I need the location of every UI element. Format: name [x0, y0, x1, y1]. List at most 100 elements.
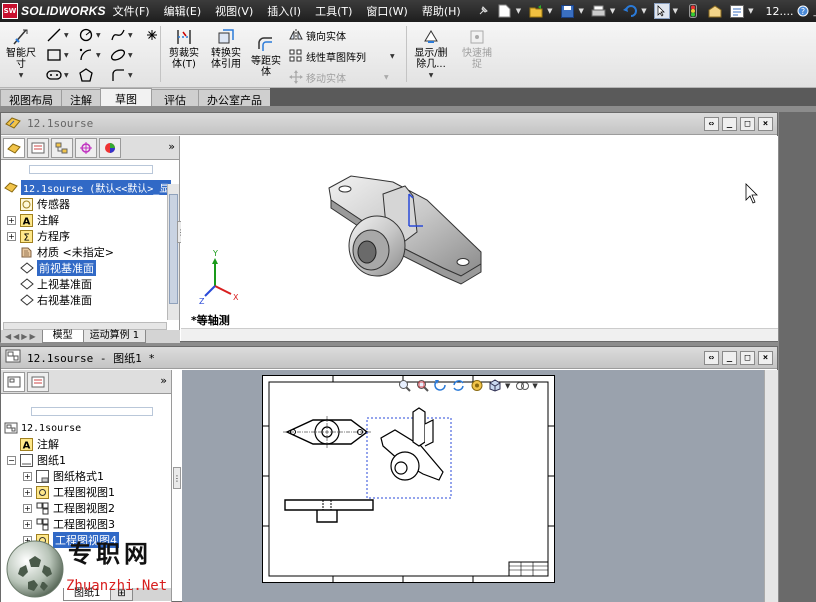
options-icon[interactable] [729, 3, 745, 19]
ellipse-tool[interactable]: ▼ [110, 47, 133, 63]
drawing-tree-tab-icon[interactable] [3, 371, 25, 392]
quick-snaps-button[interactable]: 快速捕 捉 [458, 26, 496, 70]
select-arrow-icon[interactable] [653, 3, 670, 19]
chevron-down-icon[interactable]: ▼ [96, 52, 101, 59]
tree-item-top-plane[interactable]: 上视基准面 [7, 276, 92, 292]
tree-item-drawing-view1[interactable]: + 工程图视图1 [23, 484, 115, 500]
convert-entities-button[interactable]: 转换实 体引用 [206, 26, 246, 70]
hide-show-items-icon[interactable] [469, 378, 484, 393]
tab-office-products[interactable]: 办公室产品 [198, 89, 271, 107]
tree-item-sheet1[interactable]: − 图纸1 [7, 452, 66, 468]
chevron-down-icon[interactable]: ▼ [547, 7, 552, 15]
menu-window[interactable]: 窗口(W) [359, 3, 414, 19]
chevron-down-icon[interactable]: ▼ [128, 72, 133, 79]
arc-tool[interactable]: ▼ [78, 47, 101, 63]
menu-tools[interactable]: 工具(T) [308, 3, 359, 19]
property-manager-tab-icon[interactable] [27, 371, 49, 392]
previous-view-icon[interactable] [433, 378, 448, 393]
chevron-down-icon[interactable]: ▼ [384, 74, 389, 81]
chevron-down-icon[interactable]: ▼ [128, 32, 133, 39]
tree-item-sensors[interactable]: 传感器 [7, 196, 70, 212]
expand-plus-icon[interactable]: + [7, 231, 16, 241]
chevron-down-icon[interactable]: ▼ [96, 32, 101, 39]
help-search-icon[interactable]: ? [797, 4, 809, 18]
feature-tree-scrollbar[interactable] [167, 184, 179, 320]
tab-annotation[interactable]: 注解 [61, 89, 101, 107]
trim-entities-button[interactable]: 剪裁实 体(T) [164, 26, 204, 70]
expand-plus-icon[interactable]: + [7, 215, 16, 225]
expand-plus-icon[interactable]: + [23, 487, 32, 497]
display-manager-tab-icon[interactable] [99, 137, 121, 158]
close-button[interactable]: × [758, 351, 773, 365]
part-graphics-area[interactable]: Y X Z *等轴测 [181, 136, 778, 328]
tree-item-annotations[interactable]: + A 注解 [7, 212, 59, 228]
tree-item-right-plane[interactable]: 右视基准面 [7, 292, 92, 308]
expand-plus-icon[interactable]: + [23, 471, 32, 481]
tab-view-layout[interactable]: 视图布局 [0, 89, 62, 107]
dimxpert-tab-icon[interactable] [75, 137, 97, 158]
menu-help[interactable]: 帮助(H) [415, 3, 468, 19]
tree-root-part[interactable]: 12.1sourse (默认<<默认>_显 [3, 179, 172, 195]
maximize-button[interactable]: □ [740, 351, 755, 365]
view-settings-icon[interactable] [514, 378, 529, 393]
display-style-icon[interactable] [487, 378, 502, 393]
chevron-down-icon[interactable]: ▼ [610, 7, 615, 15]
expand-plus-icon[interactable]: + [23, 519, 32, 529]
spline-tool[interactable]: ▼ [110, 27, 133, 43]
minimize-button[interactable]: _ [722, 351, 737, 365]
tab-model[interactable]: 模型 [41, 330, 84, 343]
smart-dimension-button[interactable]: 智能尺 寸 ▼ [2, 26, 40, 81]
chevron-down-icon[interactable]: ▼ [64, 32, 69, 39]
new-document-icon[interactable] [497, 3, 513, 19]
chevron-down-icon[interactable]: ▼ [748, 7, 753, 15]
maximize-button[interactable]: □ [740, 117, 755, 131]
drawing-sheet[interactable]: ▼ ▼ [262, 375, 555, 583]
menu-insert[interactable]: 插入(I) [260, 3, 308, 19]
chevron-down-icon[interactable]: ▼ [390, 53, 395, 60]
rebuild-icon[interactable] [685, 3, 701, 19]
zoom-to-area-icon[interactable] [415, 378, 430, 393]
chevron-double-right-icon[interactable]: » [160, 374, 167, 387]
fillet-tool[interactable]: ▼ [110, 67, 133, 83]
slot-tool[interactable]: ▼ [46, 67, 69, 83]
menu-edit[interactable]: 编辑(E) [157, 3, 209, 19]
expand-plus-icon[interactable]: + [23, 503, 32, 513]
tree-item-drawing-view2[interactable]: + 工程图视图2 [23, 500, 115, 516]
close-button[interactable]: × [758, 117, 773, 131]
panel-splitter-handle[interactable]: ⋮ [173, 467, 181, 489]
tree-item-drawing-view3[interactable]: + 工程图视图3 [23, 516, 115, 532]
pin-icon[interactable] [475, 3, 491, 19]
restore-tile-button[interactable]: ⇔ [704, 117, 719, 131]
chevron-double-right-icon[interactable]: » [168, 140, 175, 153]
mirror-entities-button[interactable]: 镜向实体 [288, 27, 346, 43]
tree-root-drawing[interactable]: 12.1sourse [3, 420, 81, 436]
print-icon[interactable] [591, 3, 607, 19]
tree-item-sheet-format[interactable]: + 图纸格式1 [23, 468, 104, 484]
restore-tile-button[interactable]: ⇔ [704, 351, 719, 365]
drawing-vscrollbar[interactable] [764, 370, 778, 602]
drawing-graphics-area[interactable]: ▼ ▼ [182, 370, 778, 602]
linear-pattern-button[interactable]: 线性草图阵列 ▼ [288, 48, 395, 64]
minimize-button[interactable]: _ [722, 117, 737, 131]
tab-motion-study[interactable]: 运动算例 1 [82, 330, 147, 343]
tree-item-front-plane[interactable]: 前视基准面 [7, 260, 96, 276]
drawing-tree-filter[interactable] [31, 407, 153, 416]
chevron-down-icon[interactable]: ▼ [505, 382, 510, 390]
display-delete-relations-button[interactable]: 显示/删 除几... ▼ [410, 26, 452, 81]
tree-item-material[interactable]: 材质 <未指定> [7, 244, 114, 260]
chevron-down-icon[interactable]: ▼ [673, 7, 678, 15]
tab-nav-arrows-icon[interactable]: ◀◀▶▶ [1, 330, 42, 343]
line-tool[interactable]: ▼ [46, 27, 69, 43]
rectangle-tool[interactable]: ▼ [46, 47, 69, 63]
offset-entities-button[interactable]: 等距实 体 [248, 34, 284, 78]
circle-tool[interactable]: ▼ [78, 27, 101, 43]
zoom-to-fit-icon[interactable] [397, 378, 412, 393]
feature-tree-hscrollbar[interactable] [3, 322, 167, 330]
scrollbar-thumb[interactable] [169, 194, 178, 304]
chevron-down-icon[interactable]: ▼ [64, 72, 69, 79]
tree-item-equations[interactable]: + Σ 方程序 [7, 228, 70, 244]
tab-evaluate[interactable]: 评估 [151, 89, 199, 107]
file-properties-icon[interactable] [707, 3, 723, 19]
collapse-minus-icon[interactable]: − [7, 455, 16, 465]
menu-file[interactable]: 文件(F) [106, 3, 157, 19]
